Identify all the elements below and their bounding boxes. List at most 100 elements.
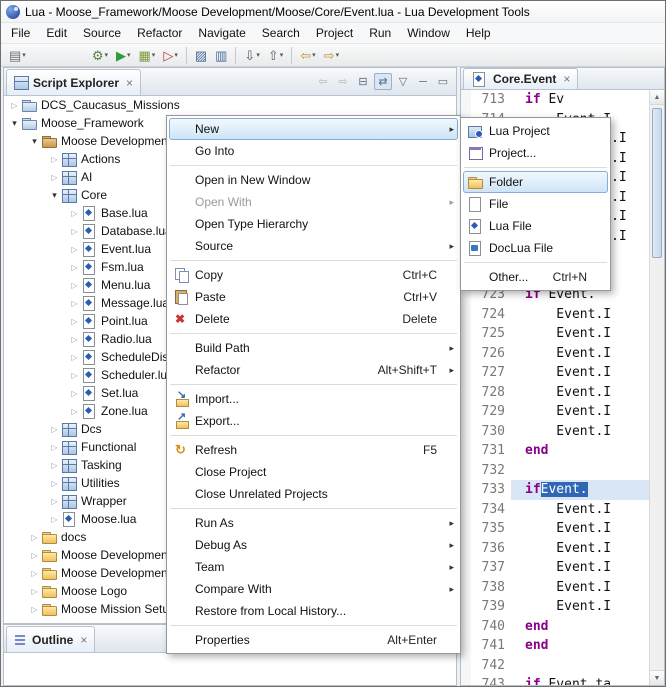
context-menu-item-go-into[interactable]: Go Into [169, 140, 458, 162]
previous-annotation-button[interactable]: ⇧▾ [265, 45, 286, 65]
new-submenu-item-lua-file[interactable]: Lua File [463, 215, 608, 237]
code-line[interactable]: 729 Event.I [461, 402, 664, 422]
code-line[interactable]: 736 Event.I [461, 539, 664, 559]
code-line[interactable]: 725 Event.I [461, 324, 664, 344]
back-button[interactable]: ⇦▾ [297, 45, 318, 65]
view-menu-icon[interactable]: ▽ [394, 73, 412, 90]
code-line[interactable]: 739 Event.I [461, 597, 664, 617]
close-tab-icon[interactable]: × [80, 633, 87, 647]
menu-source[interactable]: Source [75, 23, 129, 43]
context-menu-item-copy[interactable]: CopyCtrl+C [169, 264, 458, 286]
context-menu-item-source[interactable]: Source▸ [169, 235, 458, 257]
context-menu-item-delete[interactable]: DeleteDelete [169, 308, 458, 330]
tree-collapsed-arrow-icon[interactable]: ▷ [48, 155, 61, 164]
tree-expanded-arrow-icon[interactable]: ▾ [28, 136, 41, 147]
code-line[interactable]: 724 Event.I [461, 305, 664, 325]
code-line[interactable]: 728 Event.I [461, 383, 664, 403]
code-line[interactable]: 726 Event.I [461, 344, 664, 364]
code-line[interactable]: 743 if Event.ta [461, 675, 664, 685]
context-menu-item-debug-as[interactable]: Debug As▸ [169, 534, 458, 556]
new-submenu-item-folder[interactable]: Folder [463, 171, 608, 193]
tree-collapsed-arrow-icon[interactable]: ▷ [28, 551, 41, 560]
coverage-button[interactable]: ▦▾ [136, 45, 159, 65]
close-tab-icon[interactable]: × [563, 72, 570, 86]
code-line[interactable]: 727 Event.I [461, 363, 664, 383]
tree-collapsed-arrow-icon[interactable]: ▷ [48, 497, 61, 506]
back-icon[interactable]: ⇦ [314, 73, 332, 90]
tree-collapsed-arrow-icon[interactable]: ▷ [28, 587, 41, 596]
new-submenu-item-other[interactable]: Other...Ctrl+N [463, 266, 608, 288]
context-menu-item-refactor[interactable]: RefactorAlt+Shift+T▸ [169, 359, 458, 381]
code-line[interactable]: 740 end [461, 617, 664, 637]
context-menu-item-export[interactable]: Export... [169, 410, 458, 432]
tree-collapsed-arrow-icon[interactable]: ▷ [68, 227, 81, 236]
context-menu-item-import[interactable]: Import... [169, 388, 458, 410]
code-line[interactable]: 735 Event.I [461, 519, 664, 539]
scrollbar-up-icon[interactable]: ▲ [650, 90, 664, 105]
code-line[interactable]: 731 end [461, 441, 664, 461]
menu-file[interactable]: File [3, 23, 38, 43]
menu-navigate[interactable]: Navigate [190, 23, 253, 43]
tree-collapsed-arrow-icon[interactable]: ▷ [48, 425, 61, 434]
tree-item-dcs-caucasus-missions[interactable]: ▷DCS_Caucasus_Missions [4, 96, 456, 114]
code-line[interactable]: 732 [461, 461, 664, 481]
code-line[interactable]: 730 Event.I [461, 422, 664, 442]
link-with-editor-icon[interactable]: ⇄ [374, 73, 392, 90]
code-line[interactable]: 734 Event.I [461, 500, 664, 520]
code-line[interactable]: 742 [461, 656, 664, 676]
editor-scrollbar[interactable]: ▲ ▼ [649, 90, 664, 685]
context-menu-item-close-project[interactable]: Close Project [169, 461, 458, 483]
code-line[interactable]: 713 if Ev [461, 90, 664, 110]
next-annotation-button[interactable]: ⇩▾ [241, 45, 262, 65]
context-menu-item-run-as[interactable]: Run As▸ [169, 512, 458, 534]
context-menu-item-open-in-new-window[interactable]: Open in New Window [169, 169, 458, 191]
new-submenu-item-lua-project[interactable]: Lua Project [463, 120, 608, 142]
tree-collapsed-arrow-icon[interactable]: ▷ [28, 569, 41, 578]
tree-collapsed-arrow-icon[interactable]: ▷ [68, 335, 81, 344]
minimize-icon[interactable]: ─ [414, 73, 432, 90]
table-view-button[interactable]: ▨ [192, 45, 210, 65]
tree-expanded-arrow-icon[interactable]: ▾ [48, 190, 61, 201]
new-submenu-item-file[interactable]: File [463, 193, 608, 215]
forward-icon[interactable]: ⇨ [334, 73, 352, 90]
context-menu-item-new[interactable]: New▸ [169, 118, 458, 140]
context-menu-item-compare-with[interactable]: Compare With▸ [169, 578, 458, 600]
run-button[interactable]: ▶▾ [113, 45, 134, 65]
collapse-all-icon[interactable]: ⊟ [354, 73, 372, 90]
tree-collapsed-arrow-icon[interactable]: ▷ [68, 317, 81, 326]
tree-collapsed-arrow-icon[interactable]: ▷ [68, 299, 81, 308]
tree-collapsed-arrow-icon[interactable]: ▷ [48, 173, 61, 182]
context-menu-item-team[interactable]: Team▸ [169, 556, 458, 578]
menu-project[interactable]: Project [308, 23, 361, 43]
debug-button[interactable]: ⚙▾ [89, 45, 111, 65]
forward-button[interactable]: ⇨▾ [321, 45, 342, 65]
tree-collapsed-arrow-icon[interactable]: ▷ [68, 353, 81, 362]
tree-collapsed-arrow-icon[interactable]: ▷ [68, 389, 81, 398]
menu-search[interactable]: Search [254, 23, 308, 43]
menu-run[interactable]: Run [361, 23, 399, 43]
context-menu-item-paste[interactable]: PasteCtrl+V [169, 286, 458, 308]
tree-collapsed-arrow-icon[interactable]: ▷ [68, 407, 81, 416]
code-line[interactable]: 738 Event.I [461, 578, 664, 598]
menu-edit[interactable]: Edit [38, 23, 75, 43]
tree-collapsed-arrow-icon[interactable]: ▷ [68, 371, 81, 380]
tree-collapsed-arrow-icon[interactable]: ▷ [48, 479, 61, 488]
tree-collapsed-arrow-icon[interactable]: ▷ [28, 605, 41, 614]
code-line[interactable]: 737 Event.I [461, 558, 664, 578]
context-menu-item-properties[interactable]: PropertiesAlt+Enter [169, 629, 458, 651]
menu-refactor[interactable]: Refactor [129, 23, 190, 43]
tree-collapsed-arrow-icon[interactable]: ▷ [68, 281, 81, 290]
form-view-button[interactable]: ▥ [212, 45, 230, 65]
new-submenu-item-doclua-file[interactable]: DocLua File [463, 237, 608, 259]
tree-collapsed-arrow-icon[interactable]: ▷ [68, 263, 81, 272]
editor-tab-core-event[interactable]: Core.Event × [463, 68, 578, 89]
tree-collapsed-arrow-icon[interactable]: ▷ [48, 515, 61, 524]
scrollbar-down-icon[interactable]: ▼ [650, 670, 664, 685]
tree-expanded-arrow-icon[interactable]: ▾ [8, 118, 21, 129]
code-line[interactable]: 733 if Event. [461, 480, 664, 500]
menu-help[interactable]: Help [458, 23, 499, 43]
context-menu-item-build-path[interactable]: Build Path▸ [169, 337, 458, 359]
outline-tab[interactable]: Outline × [6, 626, 95, 652]
close-tab-icon[interactable]: × [126, 76, 133, 90]
code-line[interactable]: 741 end [461, 636, 664, 656]
